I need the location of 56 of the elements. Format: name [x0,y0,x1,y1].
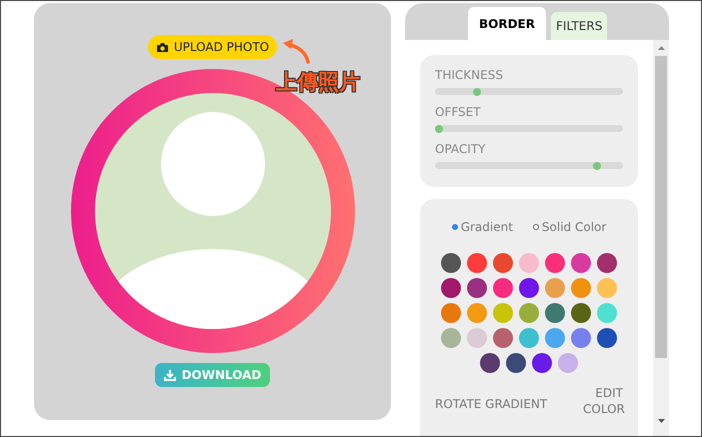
slider-track[interactable] [435,88,623,95]
color-swatch[interactable] [571,253,591,273]
color-swatch[interactable] [571,328,591,348]
color-swatch[interactable] [571,303,591,323]
color-swatch[interactable] [532,353,552,373]
camera-icon [156,42,169,52]
color-swatch[interactable] [480,353,500,373]
slider-label: THICKNESS [435,68,504,82]
color-swatch[interactable] [519,328,539,348]
color-swatch[interactable] [597,278,617,298]
color-swatch[interactable] [506,353,526,373]
color-swatch[interactable] [597,303,617,323]
color-swatch[interactable] [545,328,565,348]
rotate-gradient-label: ROTATE GRADIENT [435,396,548,413]
color-swatch[interactable] [493,303,513,323]
color-swatch[interactable] [441,253,461,273]
color-swatch[interactable] [467,303,487,323]
color-swatch[interactable] [493,278,513,298]
download-icon [164,369,176,381]
color-swatch[interactable] [441,278,461,298]
annotation-text: 上傳照片 [276,69,360,96]
arrow-icon [281,38,311,64]
slider-track[interactable] [435,162,623,169]
slider-track[interactable] [435,125,623,132]
color-swatch[interactable] [519,253,539,273]
scroll-up-icon[interactable] [658,46,664,50]
color-swatch[interactable] [571,278,591,298]
color-swatch[interactable] [467,253,487,273]
color-swatch[interactable] [558,353,578,373]
color-swatch[interactable] [597,253,617,273]
tab[interactable]: BORDER [468,7,546,40]
color-swatch[interactable] [519,278,539,298]
edit-color-label: EDIT COLOR [583,385,623,417]
color-swatch[interactable] [467,278,487,298]
tab[interactable]: FILTERS [551,12,608,40]
color-swatch[interactable] [467,328,487,348]
slider-thumb[interactable] [592,162,601,170]
slider-label: OFFSET [435,105,482,119]
color-swatch[interactable] [441,303,461,323]
color-swatch[interactable] [493,328,513,348]
slider-label: OPACITY [435,142,486,156]
scroll-down-icon[interactable] [658,419,664,423]
slider-thumb[interactable] [435,124,443,132]
color-swatch[interactable] [493,253,513,273]
color-swatch[interactable] [597,328,617,348]
slider-thumb[interactable] [472,88,481,96]
scrollbar-thumb[interactable] [655,56,667,358]
radio-option[interactable]: Solid Color [532,218,606,236]
upload-photo-button[interactable]: UPLOAD PHOTO [148,35,278,59]
radio-option[interactable]: Gradient [452,218,513,236]
color-swatch[interactable] [545,253,565,273]
color-swatch[interactable] [441,328,461,348]
scrollbar[interactable] [653,40,669,436]
color-swatch[interactable] [545,303,565,323]
color-swatch[interactable] [519,303,539,323]
color-swatch[interactable] [545,278,565,298]
